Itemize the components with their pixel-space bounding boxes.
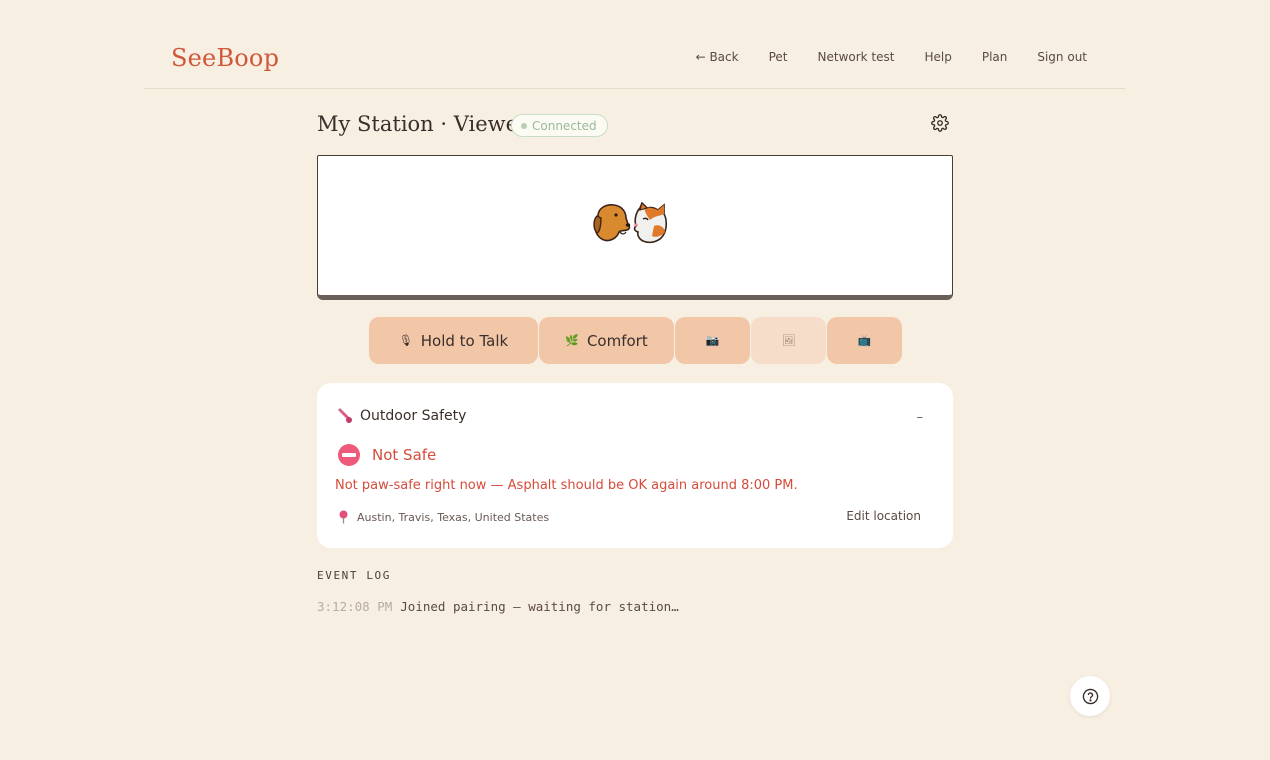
hold-to-talk-button[interactable]: 🎙 Hold to Talk	[369, 317, 538, 364]
snapshot-button[interactable]: 🖼	[751, 317, 826, 364]
brand-logo[interactable]: SeeBoop	[171, 44, 279, 72]
location-row: Austin, Travis, Texas, United States	[338, 510, 549, 524]
hold-to-talk-label: Hold to Talk	[420, 331, 509, 350]
display-button[interactable]: 📺	[827, 317, 902, 364]
photo-icon: 🖼	[781, 334, 796, 347]
location-text: Austin, Travis, Texas, United States	[357, 510, 550, 524]
nav-back-link[interactable]: ← Back	[696, 50, 739, 64]
safety-status-label: Not Safe	[372, 446, 437, 464]
safety-card-header: Outdoor Safety	[337, 408, 466, 424]
connection-status-badge: Connected	[511, 114, 608, 137]
log-entry-time: 3:12:08 PM	[317, 599, 393, 614]
nav-plan-link[interactable]: Plan	[982, 50, 1008, 64]
connection-status-label: Connected	[532, 118, 597, 133]
nav-pet-link[interactable]: Pet	[769, 50, 788, 64]
log-entry-message: Joined pairing — waiting for station…	[400, 599, 679, 614]
control-bar: 🎙 Hold to Talk 🌿 Comfort 📷 🖼 📺	[369, 317, 902, 364]
nav-help-link[interactable]: Help	[924, 50, 951, 64]
help-button[interactable]	[1070, 676, 1110, 716]
nav-network-test-link[interactable]: Network test	[818, 50, 895, 64]
comfort-label: Comfort	[586, 331, 648, 350]
top-header: SeeBoop ← Back Pet Network test Help Pla…	[144, 30, 1125, 89]
event-log-heading: EVENT LOG	[317, 569, 392, 582]
leaf-icon: 🌿	[565, 334, 579, 347]
tv-icon: 📺	[857, 334, 872, 347]
safety-warning-message: Not paw-safe right now — Asphalt should …	[335, 478, 798, 493]
pin-icon	[339, 510, 348, 524]
microphone-icon: 🎙	[398, 334, 413, 347]
camera-button[interactable]: 📷	[675, 317, 750, 364]
nav-sign-out-link[interactable]: Sign out	[1037, 50, 1087, 64]
collapse-icon[interactable]: –	[917, 410, 924, 425]
thermometer-icon	[338, 408, 352, 423]
edit-location-link[interactable]: Edit location	[846, 509, 921, 523]
log-entry: 3:12:08 PM Joined pairing — waiting for …	[317, 599, 679, 614]
gear-icon[interactable]	[931, 114, 949, 132]
station-title-row: My Station · Viewer Connected	[317, 110, 953, 142]
top-nav: ← Back Pet Network test Help Plan Sign o…	[696, 50, 1087, 64]
question-icon	[1082, 688, 1098, 704]
dog-cat-icon	[593, 202, 668, 244]
camera-icon: 📷	[705, 334, 720, 347]
outdoor-safety-card: Outdoor Safety – Not Safe Not paw-safe r…	[317, 383, 953, 548]
status-dot-icon	[521, 122, 527, 129]
no-entry-icon	[338, 444, 360, 466]
safety-status: Not Safe	[338, 444, 436, 466]
video-viewer[interactable]	[317, 155, 953, 300]
comfort-button[interactable]: 🌿 Comfort	[539, 317, 674, 364]
safety-card-title: Outdoor Safety	[360, 408, 467, 424]
page-title: My Station · Viewer	[317, 112, 529, 136]
